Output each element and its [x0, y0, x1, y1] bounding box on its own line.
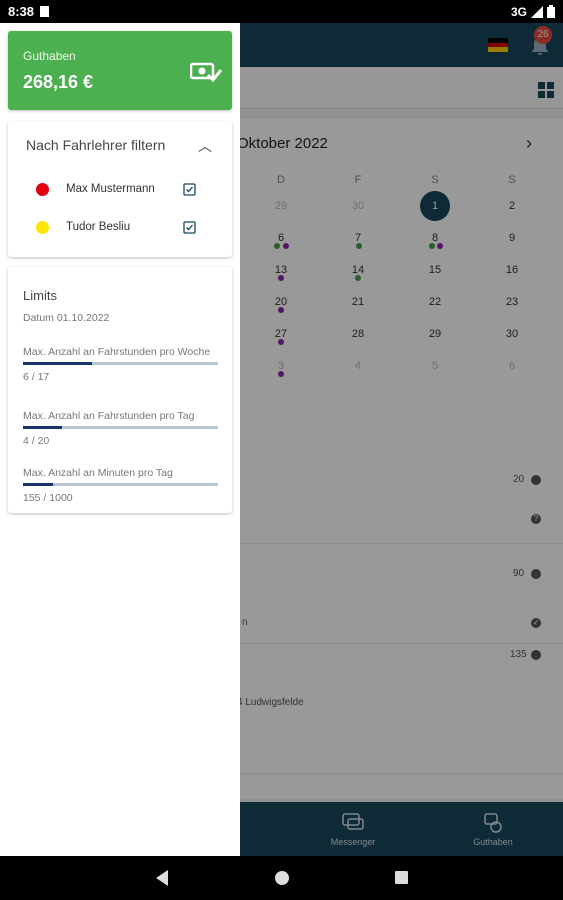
balance-amount: 268,16 €: [23, 72, 94, 92]
status-bar: 8:38 3G: [0, 0, 563, 23]
limit-progress-fill: [23, 362, 92, 365]
teacher-name: Tudor Besliu: [66, 221, 131, 233]
limit-label: Max. Anzahl an Fahrstunden pro Tag: [23, 410, 195, 422]
limit-progress-bar: [23, 426, 218, 429]
balance-label: Guthaben: [23, 49, 76, 63]
teacher-filter-card: Nach Fahrlehrer filtern ︿ Max Mustermann…: [8, 122, 232, 257]
limit-value: 6 / 17: [23, 371, 50, 383]
limit-label: Max. Anzahl an Minuten pro Tag: [23, 467, 173, 479]
system-navigation-bar: [0, 856, 563, 900]
teacher-filter-item[interactable]: Max Mustermann: [8, 179, 232, 201]
limit-progress-bar: [23, 483, 218, 486]
app-screen: 26 Oktober 2022 › D F S S 29 30 1 2 6 7 …: [0, 23, 563, 856]
limit-label: Max. Anzahl an Fahrstunden pro Woche: [23, 346, 211, 358]
money-check-icon: [190, 62, 222, 83]
chevron-up-icon[interactable]: ︿: [198, 136, 212, 156]
balance-card[interactable]: Guthaben 268,16 €: [8, 31, 232, 110]
signal-icon: [531, 5, 543, 18]
network-type: 3G: [510, 4, 527, 19]
checkbox-checked-icon[interactable]: [183, 221, 196, 234]
limit-progress-fill: [23, 483, 54, 486]
teacher-color-dot: [36, 183, 49, 196]
limit-progress-bar: [23, 362, 218, 365]
limit-progress-fill: [23, 426, 62, 429]
limit-item: Max. Anzahl an Fahrstunden pro Woche 6 /…: [23, 343, 218, 383]
limit-value: 155 / 1000: [23, 492, 73, 504]
teacher-filter-item[interactable]: Tudor Besliu: [8, 217, 232, 239]
limit-item: Max. Anzahl an Minuten pro Tag 155 / 100…: [23, 464, 218, 504]
filter-title[interactable]: Nach Fahrlehrer filtern: [26, 137, 165, 153]
status-time: 8:38: [8, 4, 35, 19]
limit-value: 4 / 20: [23, 435, 50, 447]
checkbox-checked-icon[interactable]: [183, 183, 196, 196]
battery-icon: [547, 5, 555, 18]
teacher-color-dot: [36, 221, 49, 234]
limits-date: Datum 01.10.2022: [23, 312, 110, 324]
limits-title: Limits: [23, 288, 57, 303]
back-icon[interactable]: [156, 870, 168, 886]
limit-item: Max. Anzahl an Fahrstunden pro Tag 4 / 2…: [23, 407, 218, 447]
teacher-name: Max Mustermann: [66, 183, 155, 195]
sd-card-icon: [40, 6, 50, 17]
limits-card: Limits Datum 01.10.2022 Max. Anzahl an F…: [8, 267, 232, 513]
side-drawer: Guthaben 268,16 € Nach Fahrlehrer filter…: [0, 23, 240, 856]
recent-apps-icon[interactable]: [395, 871, 408, 884]
home-icon[interactable]: [275, 871, 289, 885]
